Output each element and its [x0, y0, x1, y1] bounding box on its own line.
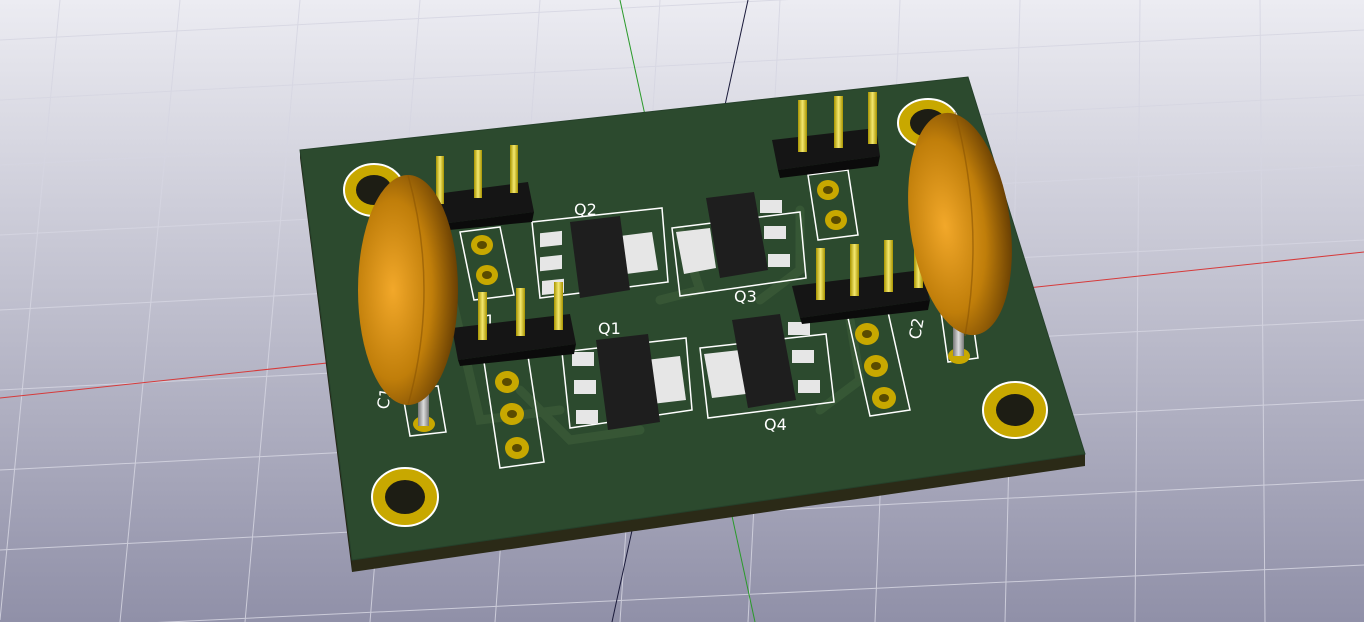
- 3d-viewer-canvas[interactable]: Q2 Q3 Q1 Q4 J1 C1 C2: [0, 0, 1364, 622]
- 3d-scene[interactable]: Q2 Q3 Q1 Q4 J1 C1 C2: [0, 0, 1364, 622]
- mounting-hole: [982, 381, 1048, 439]
- ref-c2: C2: [905, 316, 927, 340]
- ref-q4: Q4: [764, 415, 787, 434]
- ref-q3: Q3: [734, 287, 757, 306]
- ref-q1: Q1: [598, 319, 621, 338]
- ref-q2: Q2: [574, 200, 597, 219]
- mounting-hole: [371, 467, 439, 527]
